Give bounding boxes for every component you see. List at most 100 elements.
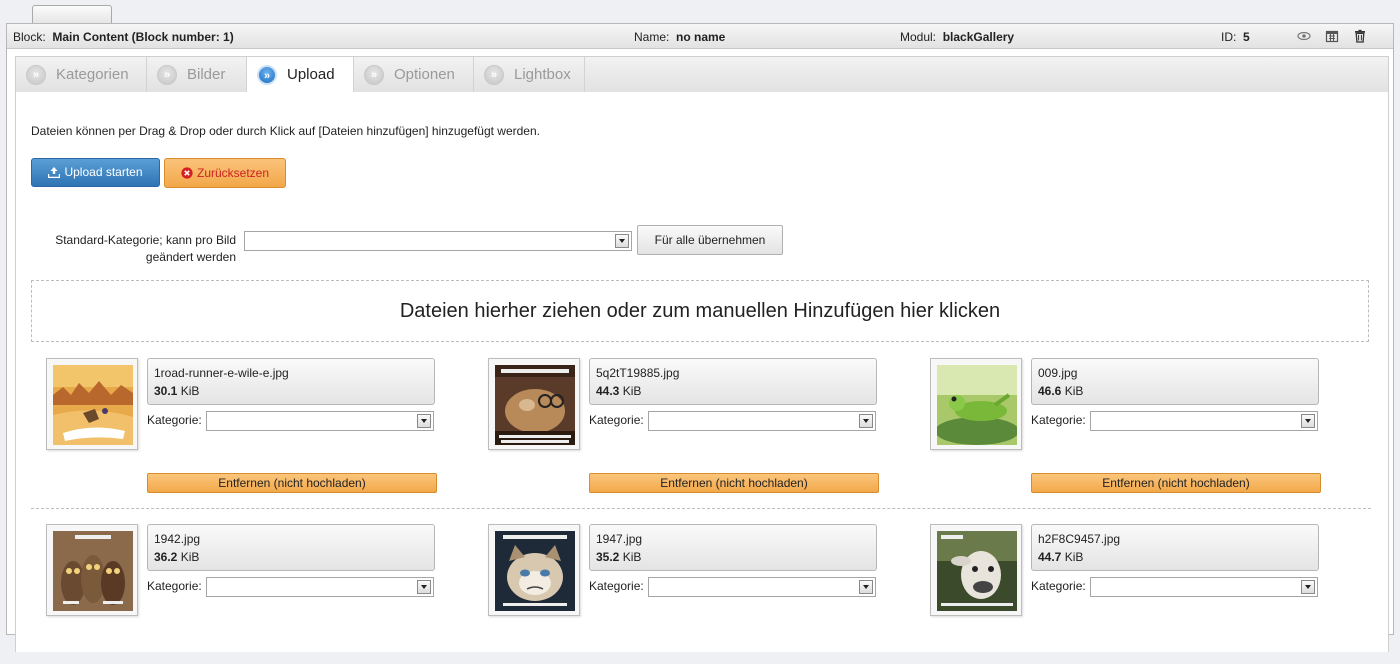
tab-label: Upload [287, 66, 335, 83]
file-info: 1road-runner-e-wile-e.jpg 30.1 KiB [147, 358, 435, 405]
top-tab-handle[interactable] [32, 5, 112, 24]
modul-label: Modul: [900, 30, 937, 44]
tab-label: Optionen [394, 66, 455, 83]
file-item: 5q2tT19885.jpg 44.3 KiB Kategorie: Entfe… [488, 358, 928, 498]
tab-upload[interactable]: » Upload [247, 57, 354, 94]
file-name: h2F8C9457.jpg [1038, 532, 1121, 546]
desert-cartoon-image [53, 365, 133, 445]
remove-file-button[interactable]: Entfernen (nicht hochladen) [1031, 473, 1321, 493]
chevron-down-icon [615, 234, 629, 248]
file-thumbnail [488, 358, 580, 450]
file-category-select[interactable] [648, 411, 876, 431]
cat-meme-image [495, 365, 575, 445]
file-info: 009.jpg 46.6 KiB [1031, 358, 1319, 405]
file-size-value: 44.3 [596, 384, 620, 398]
file-info: h2F8C9457.jpg 44.7 KiB [1031, 524, 1319, 571]
block-info: Block: Main Content (Block number: 1) [13, 30, 234, 44]
file-size: 46.6 KiB [1038, 384, 1083, 398]
upload-hint: Dateien können per Drag & Drop oder durc… [31, 124, 540, 138]
file-name: 1942.jpg [154, 532, 201, 546]
goat-meme-image [937, 531, 1017, 611]
chevron-down-icon [417, 580, 431, 594]
calendar-icon[interactable] [1325, 29, 1339, 43]
kategorie-label: Kategorie: [147, 413, 202, 427]
reset-button[interactable]: Zurücksetzen [164, 158, 286, 188]
modul-info: Modul: blackGallery [900, 30, 1014, 44]
upload-start-button[interactable]: Upload starten [31, 158, 160, 187]
file-thumbnail [930, 524, 1022, 616]
tab-bullet-icon: » [157, 65, 177, 85]
chevron-down-icon [1301, 580, 1315, 594]
block-value: Main Content (Block number: 1) [52, 30, 234, 44]
file-thumbnail [46, 524, 138, 616]
tab-lightbox[interactable]: » Lightbox [474, 57, 585, 93]
block-header: Block: Main Content (Block number: 1) Na… [7, 24, 1393, 49]
file-item: h2F8C9457.jpg 44.7 KiB Kategorie: [930, 524, 1370, 664]
file-size: 44.3 KiB [596, 384, 641, 398]
kategorie-label: Kategorie: [589, 413, 644, 427]
kategorie-label: Kategorie: [147, 579, 202, 593]
file-size-unit: KiB [622, 384, 642, 398]
grumpy-cat-image [495, 531, 575, 611]
kategorie-label: Kategorie: [589, 579, 644, 593]
tab-label: Kategorien [56, 66, 129, 83]
file-size: 36.2 KiB [154, 550, 199, 564]
tab-bullet-icon: » [364, 65, 384, 85]
trash-icon[interactable] [1353, 29, 1367, 43]
row-divider [31, 508, 1371, 509]
name-value: no name [676, 30, 726, 44]
file-size-unit: KiB [1064, 550, 1084, 564]
block-label: Block: [13, 30, 46, 44]
tab-bilder[interactable]: » Bilder [147, 57, 247, 93]
upload-start-label: Upload starten [64, 165, 143, 179]
tab-bullet-icon: » [484, 65, 504, 85]
file-size-unit: KiB [180, 384, 200, 398]
file-item: 1road-runner-e-wile-e.jpg 30.1 KiB Kateg… [46, 358, 486, 498]
file-category-select[interactable] [1090, 577, 1318, 597]
file-name: 1road-runner-e-wile-e.jpg [154, 366, 289, 380]
file-category-select[interactable] [206, 577, 434, 597]
eye-icon[interactable] [1297, 29, 1311, 43]
apply-all-button[interactable]: Für alle übernehmen [637, 225, 783, 255]
tab-bar: » Kategorien » Bilder » Upload » Optione… [15, 56, 1389, 94]
dropzone[interactable]: Dateien hierher ziehen oder zum manuelle… [31, 280, 1369, 342]
chevron-down-icon [417, 414, 431, 428]
file-size-value: 35.2 [596, 550, 620, 564]
file-category-select[interactable] [1090, 411, 1318, 431]
modul-value: blackGallery [942, 30, 1015, 44]
file-size-value: 44.7 [1038, 550, 1062, 564]
std-category-select[interactable] [244, 231, 632, 251]
file-info: 1942.jpg 36.2 KiB [147, 524, 435, 571]
file-size-value: 30.1 [154, 384, 178, 398]
upload-content: Dateien können per Drag & Drop oder durc… [15, 92, 1389, 652]
file-size-value: 46.6 [1038, 384, 1062, 398]
file-thumbnail [930, 358, 1022, 450]
tab-kategorien[interactable]: » Kategorien [16, 57, 147, 93]
tab-label: Bilder [187, 66, 226, 83]
tab-bullet-icon: » [257, 65, 277, 85]
name-label: Name: [634, 30, 670, 44]
file-item: 009.jpg 46.6 KiB Kategorie: Entfernen (n… [930, 358, 1370, 498]
file-category-select[interactable] [206, 411, 434, 431]
file-size-unit: KiB [622, 550, 642, 564]
block-panel: Block: Main Content (Block number: 1) Na… [6, 23, 1394, 652]
cancel-circle-icon [181, 167, 193, 179]
remove-file-button[interactable]: Entfernen (nicht hochladen) [589, 473, 879, 493]
file-size: 44.7 KiB [1038, 550, 1083, 564]
std-category-label: Standard-Kategorie; kann pro Bild geände… [55, 233, 236, 264]
name-info: Name: no name [634, 30, 725, 44]
tab-bullet-icon: » [26, 65, 46, 85]
file-size: 35.2 KiB [596, 550, 641, 564]
remove-file-button[interactable]: Entfernen (nicht hochladen) [147, 473, 437, 493]
chevron-down-icon [1301, 414, 1315, 428]
file-size: 30.1 KiB [154, 384, 199, 398]
file-size-value: 36.2 [154, 550, 178, 564]
kategorie-label: Kategorie: [1031, 579, 1086, 593]
tab-optionen[interactable]: » Optionen [354, 57, 474, 93]
file-name: 1947.jpg [596, 532, 643, 546]
file-size-unit: KiB [180, 550, 200, 564]
chevron-down-icon [859, 414, 873, 428]
id-info: ID: 5 [1221, 30, 1250, 44]
file-category-select[interactable] [648, 577, 876, 597]
reset-label: Zurücksetzen [196, 166, 270, 180]
